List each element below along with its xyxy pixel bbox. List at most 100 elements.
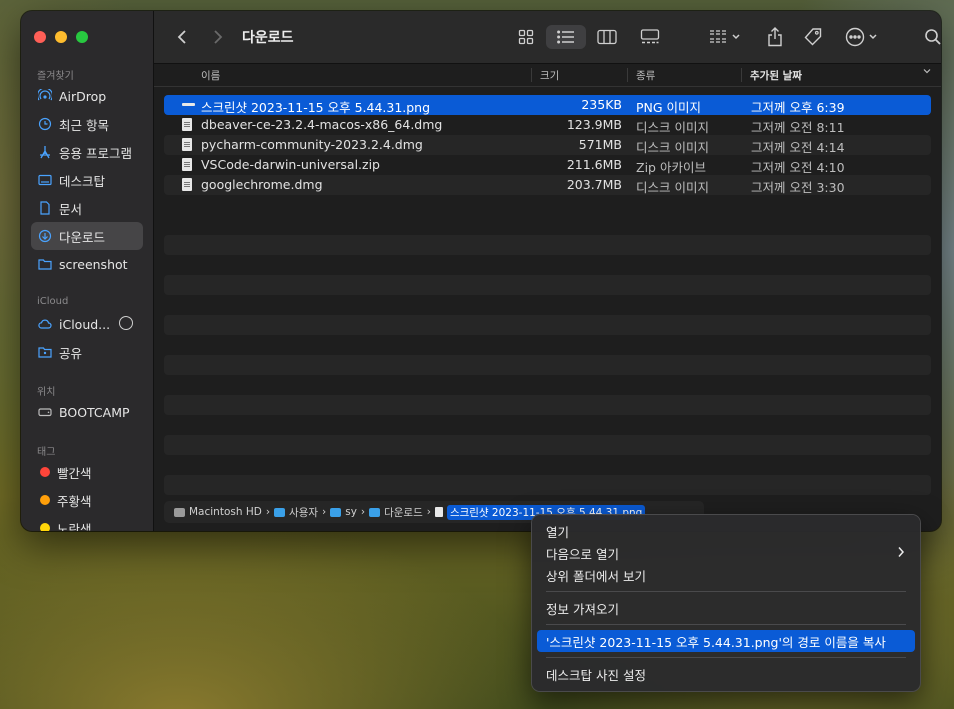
list-view-button[interactable] bbox=[546, 25, 586, 49]
file-name: 스크린샷 2023-11-15 오후 5.44.31.png bbox=[201, 100, 431, 115]
sidebar-item-label: 주황색 bbox=[57, 493, 92, 509]
column-view-button[interactable] bbox=[592, 25, 622, 49]
path-segment[interactable]: sy bbox=[345, 506, 357, 518]
menu-item-set-desktop-picture[interactable]: 데스크탑 사진 설정 bbox=[537, 663, 915, 685]
sidebar-tag-orange[interactable]: 주황색 bbox=[31, 486, 143, 514]
menu-item-get-info[interactable]: 정보 가져오기 bbox=[537, 597, 915, 619]
sidebar-item-recents[interactable]: 최근 항목 bbox=[31, 110, 143, 138]
tag-dot-icon bbox=[40, 467, 50, 477]
path-segment[interactable]: 다운로드 bbox=[384, 505, 423, 520]
sidebar-item-label: 응용 프로그램 bbox=[59, 145, 132, 161]
column-name[interactable]: 이름 bbox=[201, 68, 220, 83]
zip-file-icon bbox=[182, 158, 192, 171]
forward-button[interactable] bbox=[208, 25, 228, 49]
tag-dot-icon bbox=[40, 523, 50, 531]
menu-item-label: 데스크탑 사진 설정 bbox=[546, 667, 646, 683]
sort-chevron-icon bbox=[922, 66, 932, 79]
folder-icon bbox=[274, 507, 286, 517]
menu-item-copy-pathname[interactable]: '스크린샷 2023-11-15 오후 5.44.31.png'의 경로 이름을… bbox=[537, 630, 915, 652]
share-icon bbox=[768, 27, 782, 47]
sidebar-item-shared[interactable]: 공유 bbox=[31, 338, 143, 366]
sidebar-tag-red[interactable]: 빨간색 bbox=[31, 458, 143, 486]
sidebar-item-applications[interactable]: 응용 프로그램 bbox=[31, 138, 143, 166]
sidebar-item-label: screenshot bbox=[59, 256, 128, 272]
table-row[interactable]: googlechrome.dmg 203.7MB 디스크 이미지 그저께 오전 … bbox=[164, 175, 931, 195]
back-button[interactable] bbox=[172, 25, 192, 49]
airdrop-icon bbox=[38, 89, 52, 103]
path-segment[interactable]: 사용자 bbox=[289, 505, 318, 520]
menu-item-label: 정보 가져오기 bbox=[546, 601, 619, 617]
disk-image-icon bbox=[182, 118, 192, 131]
icon-view-button[interactable] bbox=[512, 25, 540, 49]
sidebar-item-label: 공유 bbox=[59, 345, 83, 361]
path-separator-icon: › bbox=[265, 506, 271, 518]
column-divider[interactable] bbox=[531, 68, 532, 82]
clock-icon bbox=[38, 117, 52, 131]
download-icon bbox=[38, 229, 52, 243]
table-row[interactable]: 스크린샷 2023-11-15 오후 5.44.31.png 235KB PNG… bbox=[164, 95, 931, 115]
close-button[interactable] bbox=[34, 31, 46, 43]
minimize-button[interactable] bbox=[55, 31, 67, 43]
group-by-button[interactable] bbox=[705, 25, 745, 49]
menu-item-open[interactable]: 열기 bbox=[537, 520, 915, 542]
column-divider[interactable] bbox=[627, 68, 628, 82]
sidebar-tag-yellow[interactable]: 노란색 bbox=[31, 514, 143, 531]
table-row[interactable]: dbeaver-ce-23.2.4-macos-x86_64.dmg 123.9… bbox=[164, 115, 931, 135]
folder-icon bbox=[38, 257, 52, 271]
menu-item-open-with[interactable]: 다음으로 열기 bbox=[537, 542, 915, 564]
empty-row bbox=[164, 275, 931, 295]
sidebar-item-desktop[interactable]: 데스크탑 bbox=[31, 166, 143, 194]
search-button[interactable] bbox=[922, 25, 941, 49]
shared-folder-icon bbox=[38, 345, 52, 359]
sidebar-item-airdrop[interactable]: AirDrop bbox=[31, 82, 143, 110]
gallery-icon bbox=[640, 29, 660, 44]
sidebar-item-documents[interactable]: 문서 bbox=[31, 194, 143, 222]
column-date-added[interactable]: 추가된 날짜 bbox=[750, 68, 802, 83]
gallery-view-button[interactable] bbox=[635, 25, 665, 49]
menu-item-label: '스크린샷 2023-11-15 오후 5.44.31.png'의 경로 이름을… bbox=[546, 634, 886, 650]
sidebar-item-label: AirDrop bbox=[59, 88, 107, 104]
sidebar: 즐겨찾기 AirDrop 최근 항목 응용 프로그램 데스크탑 문서 다운로드 … bbox=[21, 11, 154, 531]
table-row[interactable]: VSCode-darwin-universal.zip 211.6MB Zip … bbox=[164, 155, 931, 175]
action-menu-button[interactable] bbox=[842, 25, 882, 49]
sidebar-item-downloads[interactable]: 다운로드 bbox=[31, 222, 143, 250]
tag-icon bbox=[804, 28, 822, 46]
zoom-button[interactable] bbox=[76, 31, 88, 43]
empty-row bbox=[164, 355, 931, 375]
file-date-added: 그저께 오전 3:30 bbox=[751, 180, 845, 195]
finder-window: 즐겨찾기 AirDrop 최근 항목 응용 프로그램 데스크탑 문서 다운로드 … bbox=[21, 11, 941, 531]
main-content: 다운로드 이름 크기 종류 추가된 날짜 스크린샷 2023-11-15 오후 … bbox=[154, 11, 941, 531]
file-date-added: 그저께 오전 4:10 bbox=[751, 160, 845, 175]
file-size: 571MB bbox=[578, 137, 622, 152]
empty-row bbox=[164, 475, 931, 495]
group-icon bbox=[710, 30, 740, 43]
tag-button[interactable] bbox=[800, 25, 826, 49]
file-name: pycharm-community-2023.2.4.dmg bbox=[201, 137, 423, 152]
chevron-right-icon bbox=[214, 30, 223, 44]
column-size[interactable]: 크기 bbox=[540, 68, 559, 83]
sidebar-section-favorites: 즐겨찾기 bbox=[37, 71, 74, 82]
sidebar-item-screenshot[interactable]: screenshot bbox=[31, 250, 143, 278]
file-size: 235KB bbox=[581, 97, 622, 112]
table-row[interactable]: pycharm-community-2023.2.4.dmg 571MB 디스크… bbox=[164, 135, 931, 155]
list-icon bbox=[557, 30, 574, 44]
chevron-left-icon bbox=[177, 30, 186, 44]
file-size: 211.6MB bbox=[566, 157, 622, 172]
menu-item-label: 열기 bbox=[546, 524, 570, 540]
menu-item-label: 상위 폴더에서 보기 bbox=[546, 568, 646, 584]
sidebar-section-tags: 태그 bbox=[37, 447, 56, 458]
menu-item-show-in-enclosing-folder[interactable]: 상위 폴더에서 보기 bbox=[537, 564, 915, 586]
sidebar-item-label: 빨간색 bbox=[57, 465, 92, 481]
path-segment[interactable]: Macintosh HD bbox=[189, 506, 262, 518]
column-divider[interactable] bbox=[741, 68, 742, 82]
empty-row bbox=[164, 395, 931, 415]
sidebar-item-bootcamp[interactable]: BOOTCAMP bbox=[31, 398, 143, 426]
column-kind[interactable]: 종류 bbox=[636, 68, 655, 83]
menu-separator bbox=[546, 591, 906, 592]
empty-row bbox=[164, 315, 931, 335]
file-name: VSCode-darwin-universal.zip bbox=[201, 157, 380, 172]
file-date-added: 그저께 오전 8:11 bbox=[751, 120, 845, 135]
file-date-added: 그저께 오후 6:39 bbox=[751, 100, 845, 115]
sidebar-item-icloud-drive[interactable]: iCloud... bbox=[31, 310, 143, 338]
share-button[interactable] bbox=[762, 25, 788, 49]
